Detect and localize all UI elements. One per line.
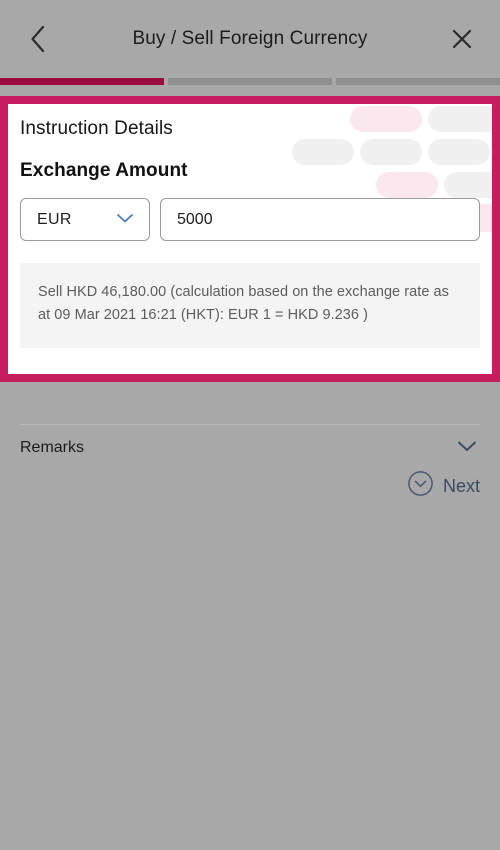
card-content: Instruction Details Exchange Amount EUR … xyxy=(8,104,492,374)
next-button[interactable]: Next xyxy=(407,470,480,502)
instruction-details-card: Instruction Details Exchange Amount EUR … xyxy=(0,96,500,382)
amount-input[interactable] xyxy=(160,198,480,241)
circle-chevron-down-icon xyxy=(407,470,434,502)
close-x-icon xyxy=(450,27,474,51)
remarks-divider xyxy=(20,424,480,425)
app-header: Buy / Sell Foreign Currency xyxy=(0,0,500,78)
page-title: Buy / Sell Foreign Currency xyxy=(132,28,368,49)
section-title: Instruction Details xyxy=(20,118,173,139)
chevron-down-icon xyxy=(454,438,480,459)
exchange-rate-info-box: Sell HKD 46,180.00 (calculation based on… xyxy=(20,263,480,348)
exchange-rate-info-text: Sell HKD 46,180.00 (calculation based on… xyxy=(38,284,449,324)
progress-step-2 xyxy=(168,78,332,85)
progress-steps xyxy=(0,78,500,85)
amount-field-row: EUR xyxy=(20,198,480,241)
remarks-accordion[interactable]: Remarks xyxy=(20,434,480,462)
progress-step-3 xyxy=(336,78,500,85)
back-button[interactable] xyxy=(18,19,58,59)
chevron-left-icon xyxy=(28,24,48,54)
close-button[interactable] xyxy=(442,19,482,59)
progress-step-1 xyxy=(0,78,164,85)
currency-select[interactable]: EUR xyxy=(20,198,150,241)
next-label: Next xyxy=(442,475,480,496)
remarks-label: Remarks xyxy=(20,439,85,456)
page-background-filler xyxy=(0,500,500,850)
exchange-amount-label: Exchange Amount xyxy=(20,160,188,181)
currency-select-value: EUR xyxy=(37,210,72,228)
chevron-down-icon xyxy=(115,211,135,229)
